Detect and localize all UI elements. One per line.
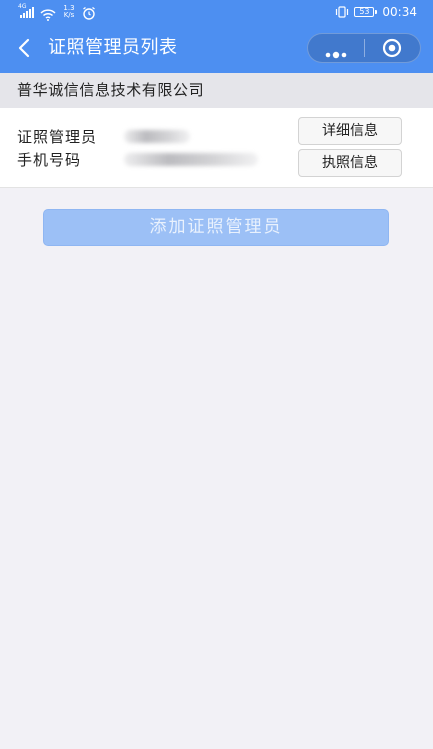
- details-button[interactable]: 详细信息: [298, 117, 402, 145]
- admin-name-label: 证照管理员: [17, 128, 98, 146]
- status-right-group: 53 00:34: [335, 3, 417, 21]
- license-button[interactable]: 执照信息: [298, 149, 402, 177]
- add-admin-button[interactable]: 添加证照管理员: [43, 209, 389, 246]
- battery-icon: 53: [354, 7, 377, 17]
- admin-card: 证照管理员 手机号码 详细信息 执照信息: [0, 108, 433, 188]
- status-time: 00:34: [382, 5, 417, 19]
- network-speed: 1.3 K/s: [62, 5, 76, 19]
- battery-level: 53: [359, 7, 370, 16]
- status-bar: 4G 1.3 K/s 53 00:34: [0, 0, 433, 24]
- company-header: 普华诚信信息技术有限公司: [0, 73, 433, 108]
- status-left-group: 4G 1.3 K/s: [18, 3, 96, 21]
- speed-unit: K/s: [63, 11, 75, 19]
- alarm-icon: [82, 5, 96, 20]
- wifi-icon: [40, 6, 56, 21]
- more-button[interactable]: [308, 34, 364, 62]
- admin-name-value-redacted: [124, 130, 190, 143]
- network-type-label: 4G: [18, 3, 27, 10]
- close-button[interactable]: [365, 34, 421, 62]
- top-bar: 4G 1.3 K/s 53 00:34 证照管理员列表: [0, 0, 433, 73]
- back-icon[interactable]: [14, 36, 36, 60]
- mini-program-capsule: [307, 33, 421, 63]
- phone-value-redacted: [124, 153, 258, 166]
- vibrate-icon: [335, 6, 349, 18]
- more-dots-icon: [324, 44, 348, 59]
- nav-bar: 证照管理员列表: [0, 24, 433, 73]
- signal-icon: 4G: [18, 3, 34, 18]
- page-title: 证照管理员列表: [48, 37, 178, 58]
- phone-label: 手机号码: [17, 151, 82, 169]
- target-circle-icon: [382, 38, 402, 58]
- company-name: 普华诚信信息技术有限公司: [17, 81, 205, 99]
